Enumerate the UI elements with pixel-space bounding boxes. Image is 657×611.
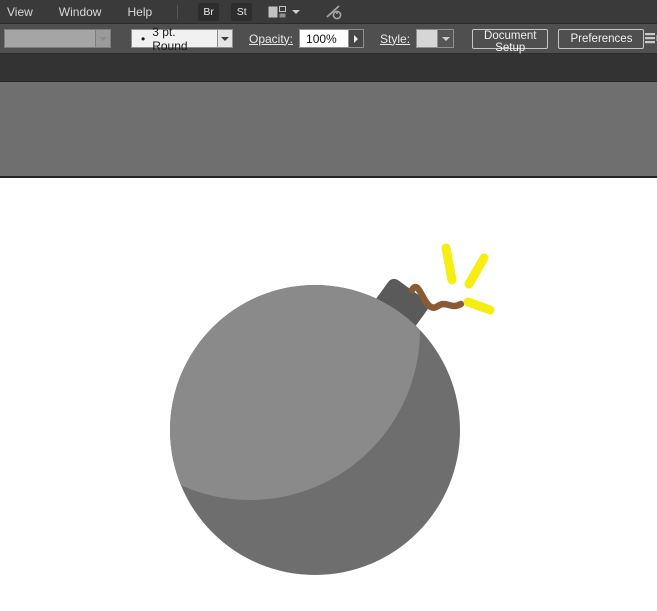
chevron-down-icon bbox=[292, 9, 301, 14]
chevron-right-icon[interactable] bbox=[348, 30, 364, 47]
control-bar: • 3 pt. Round Opacity: 100% Style: Docum… bbox=[0, 24, 657, 54]
menu-window[interactable]: Window bbox=[46, 0, 115, 24]
workspace-icon bbox=[268, 5, 287, 19]
bridge-button[interactable]: Br bbox=[198, 2, 220, 21]
chevron-down-icon[interactable] bbox=[217, 30, 232, 47]
pasteboard bbox=[0, 82, 657, 178]
width-profile-dropdown[interactable] bbox=[4, 29, 111, 48]
brush-tip-dot: • bbox=[141, 31, 146, 46]
spark-icon bbox=[463, 297, 495, 315]
style-label[interactable]: Style: bbox=[380, 32, 410, 46]
style-dropdown[interactable] bbox=[416, 29, 455, 48]
menu-bar: View Window Help Br St bbox=[0, 0, 657, 24]
share-screen-icon[interactable] bbox=[324, 4, 344, 20]
workspace-switcher[interactable] bbox=[268, 5, 301, 19]
artboard-canvas[interactable] bbox=[0, 178, 657, 611]
bomb-illustration bbox=[170, 243, 495, 575]
opacity-input[interactable]: 100% bbox=[300, 30, 348, 47]
spark-icon bbox=[464, 253, 489, 289]
control-panel-flyout[interactable] bbox=[644, 32, 657, 45]
stock-button[interactable]: St bbox=[231, 2, 253, 21]
chevron-down-icon bbox=[95, 30, 110, 47]
opacity-input-group[interactable]: 100% bbox=[299, 29, 365, 48]
brush-name-label: 3 pt. Round bbox=[152, 24, 188, 53]
document-tab-bar bbox=[0, 54, 657, 82]
opacity-label[interactable]: Opacity: bbox=[249, 32, 293, 46]
menu-help[interactable]: Help bbox=[114, 0, 165, 24]
menu-view[interactable]: View bbox=[0, 0, 46, 24]
width-profile-swatch bbox=[5, 30, 95, 47]
brush-definition-dropdown[interactable]: • 3 pt. Round bbox=[131, 25, 233, 53]
panels-flyout-icon bbox=[644, 32, 657, 45]
spark-icon bbox=[441, 243, 457, 285]
menubar-separator bbox=[177, 4, 179, 19]
chevron-down-icon[interactable] bbox=[437, 30, 454, 47]
brush-definition-field: • 3 pt. Round bbox=[132, 25, 217, 53]
style-swatch bbox=[417, 30, 438, 47]
document-setup-button[interactable]: Document Setup bbox=[472, 28, 549, 54]
bomb-sparks bbox=[441, 243, 495, 315]
bomb-artwork bbox=[170, 243, 495, 575]
preferences-button[interactable]: Preferences bbox=[558, 28, 645, 49]
